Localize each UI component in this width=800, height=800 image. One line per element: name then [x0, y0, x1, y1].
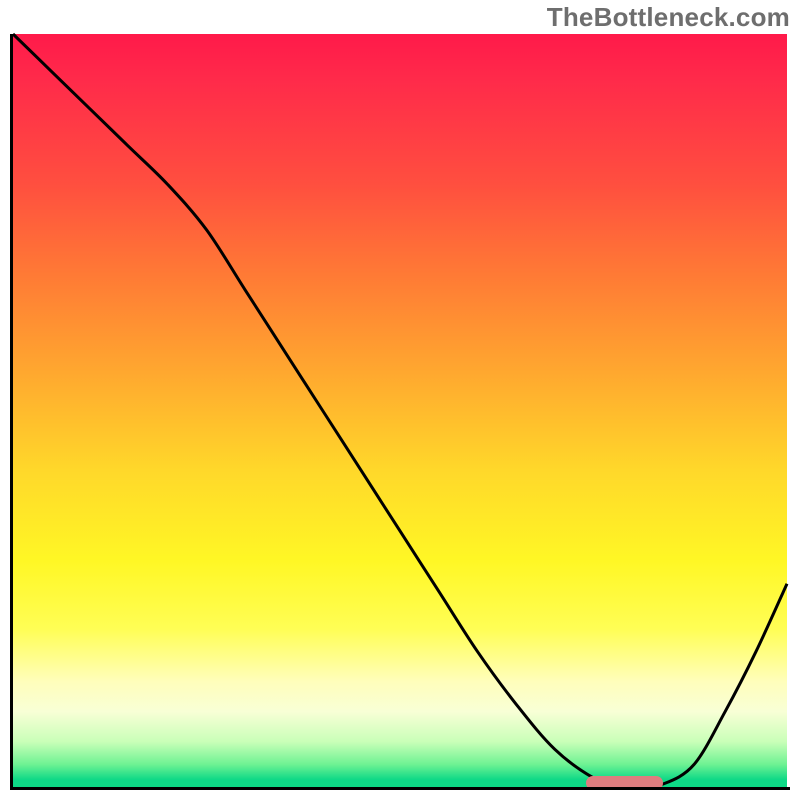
y-axis [10, 34, 13, 787]
plot-area [13, 34, 787, 787]
curve-path [13, 34, 787, 786]
x-axis [10, 787, 790, 790]
bottleneck-chart: TheBottleneck.com [0, 0, 800, 800]
bottleneck-curve [13, 34, 787, 787]
watermark-text: TheBottleneck.com [547, 2, 790, 33]
